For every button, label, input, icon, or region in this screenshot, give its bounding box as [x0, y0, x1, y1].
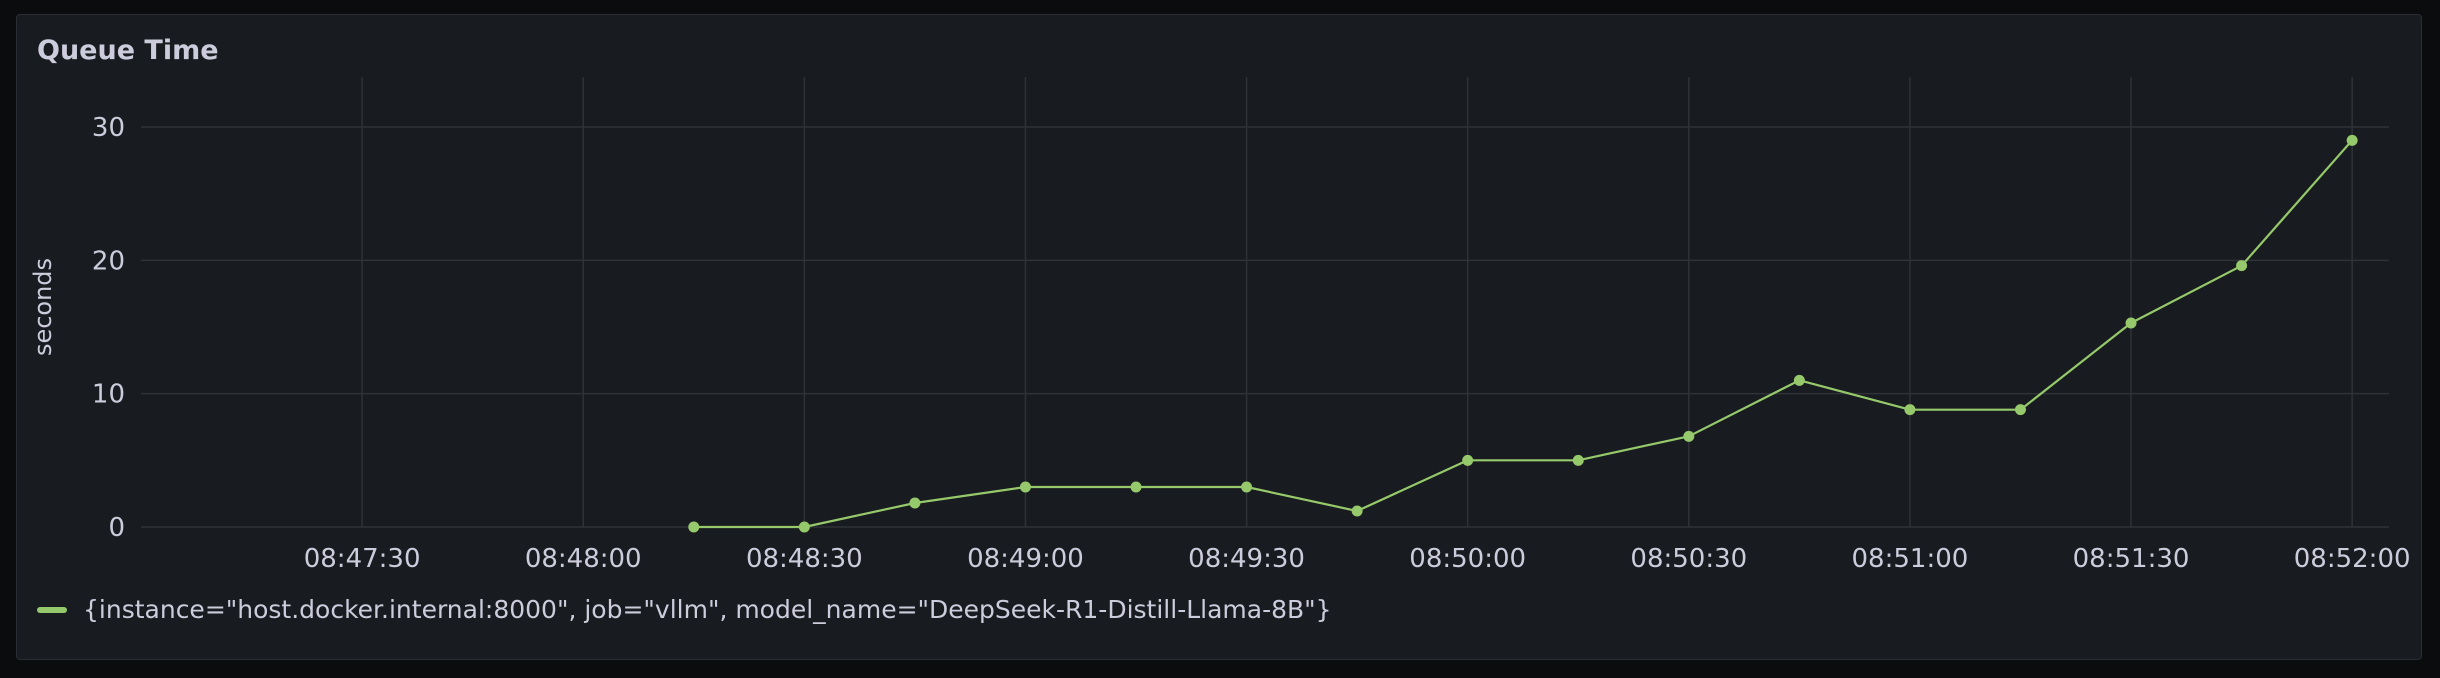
y-tick-label: 20: [92, 246, 125, 276]
legend-label[interactable]: {instance="host.docker.internal:8000", j…: [83, 595, 1332, 624]
y-axis-ticks: 0 10 20 30: [92, 113, 125, 543]
queue-time-chart: 0 10 20 30 08:47:30 08:48:00 08:48:30 08:49:00…: [29, 77, 2411, 574]
series-layer: [688, 134, 2358, 533]
x-tick-label: 08:52:00: [2294, 544, 2411, 574]
data-point[interactable]: [1019, 481, 1031, 493]
data-point[interactable]: [1904, 404, 1916, 416]
x-tick-label: 08:50:30: [1630, 544, 1747, 574]
series-line[interactable]: [693, 139, 2353, 529]
x-tick-label: 08:49:30: [1188, 544, 1305, 574]
data-point[interactable]: [1130, 481, 1142, 493]
data-point[interactable]: [1241, 481, 1253, 493]
data-point[interactable]: [1683, 430, 1695, 442]
data-point[interactable]: [2236, 260, 2248, 272]
y-tick-label: 0: [108, 513, 125, 543]
data-point[interactable]: [1462, 454, 1474, 466]
data-point[interactable]: [1572, 454, 1584, 466]
data-point[interactable]: [1351, 505, 1363, 517]
legend-swatch: [37, 606, 67, 613]
data-point[interactable]: [688, 521, 700, 533]
data-point[interactable]: [2014, 404, 2026, 416]
x-tick-label: 08:50:00: [1409, 544, 1526, 574]
x-tick-label: 08:48:00: [525, 544, 642, 574]
legend[interactable]: {instance="host.docker.internal:8000", j…: [37, 595, 1332, 624]
data-point[interactable]: [909, 497, 921, 509]
data-point[interactable]: [798, 521, 810, 533]
x-tick-label: 08:48:30: [746, 544, 863, 574]
data-point[interactable]: [2346, 134, 2358, 146]
y-tick-label: 10: [92, 380, 125, 410]
data-point[interactable]: [2125, 317, 2137, 329]
grid: [141, 77, 2389, 528]
x-axis-ticks: 08:47:30 08:48:00 08:48:30 08:49:00 08:49:30…: [304, 544, 2411, 574]
y-tick-label: 30: [92, 113, 125, 143]
x-tick-label: 08:49:00: [967, 544, 1084, 574]
x-tick-label: 08:51:00: [1852, 544, 1969, 574]
y-axis-label: seconds: [29, 258, 57, 356]
x-tick-label: 08:47:30: [304, 544, 421, 574]
x-tick-label: 08:51:30: [2073, 544, 2190, 574]
queue-time-panel: Queue Time 0 10 20 30 08:47:30 08:48:00 08:48…: [16, 14, 2422, 660]
data-point[interactable]: [1793, 374, 1805, 386]
